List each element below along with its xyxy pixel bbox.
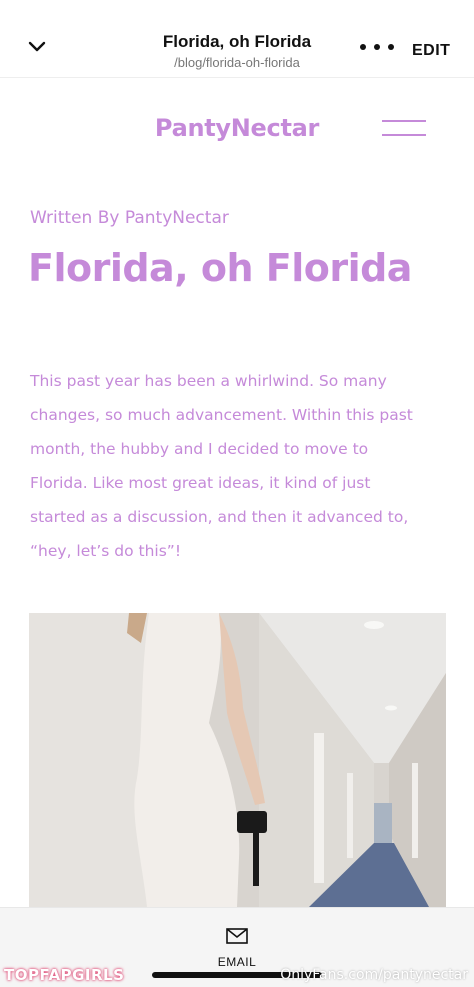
more-horizontal-icon[interactable] (360, 37, 394, 57)
mail-icon[interactable] (226, 928, 248, 944)
hamburger-menu-icon[interactable] (382, 120, 426, 136)
page-url: /blog/florida-oh-florida (174, 55, 300, 70)
photo-image (29, 613, 446, 907)
post-body-line: This past year has been a whirlwind. So … (30, 372, 387, 390)
post-body-line: changes, so much advancement. Within thi… (30, 406, 413, 424)
more-dot (360, 44, 366, 50)
more-dot (374, 44, 380, 50)
bottom-bar: EMAIL TOPFAPGIRLS OnlyFans.com/pantynect… (0, 907, 474, 987)
post-body-line: Florida. Like most great ideas, it kind … (30, 474, 371, 492)
page-title: Florida, oh Florida (162, 32, 312, 51)
watermark-right: OnlyFans.com/pantynectar (280, 967, 468, 983)
post-body: This past year has been a whirlwind. So … (30, 364, 454, 568)
more-dot (388, 44, 394, 50)
post-byline: Written By PantyNectar (30, 208, 229, 228)
post-title: Florida, oh Florida (28, 246, 412, 290)
post-body-line: month, the hubby and I decided to move t… (30, 440, 369, 458)
menu-line (382, 120, 426, 122)
menu-line (382, 134, 426, 136)
edit-button[interactable]: EDIT (412, 42, 450, 60)
post-photo (29, 613, 446, 907)
post-body-line: “hey, let’s do this”! (30, 542, 182, 560)
post-body-line: started as a discussion, and then it adv… (30, 508, 409, 526)
watermark-left: TOPFAPGIRLS (4, 966, 125, 984)
top-bar: Florida, oh Florida /blog/florida-oh-flo… (0, 0, 474, 78)
